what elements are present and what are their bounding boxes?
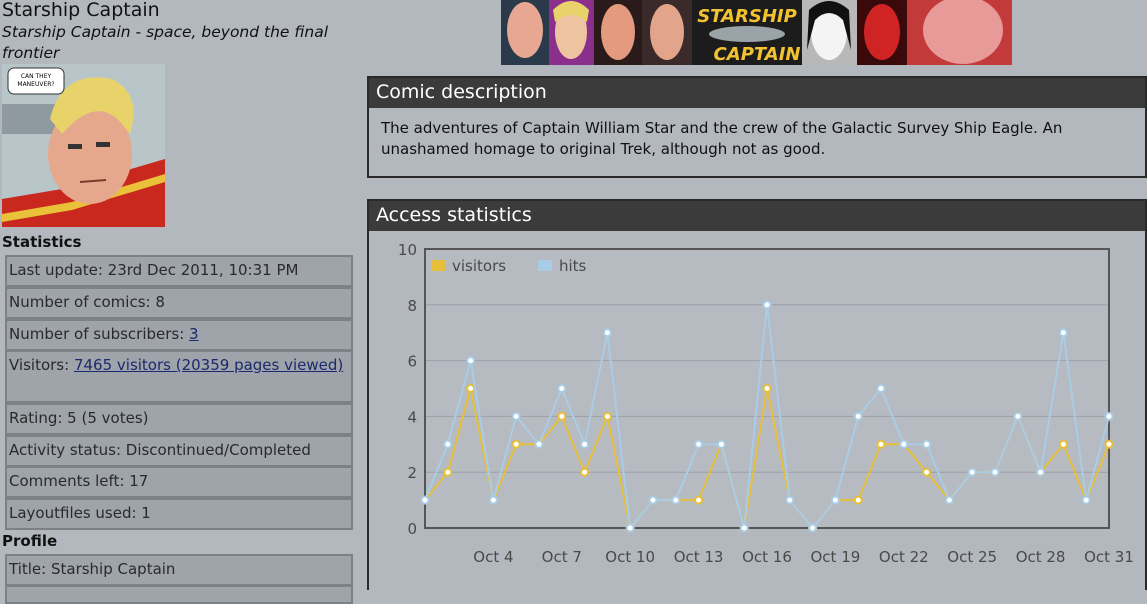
stat-comments-left: Comments left: 17 [5, 466, 353, 498]
comic-banner[interactable]: STARSHIP CAPTAIN [501, 0, 1012, 65]
stat-layoutfiles: Layoutfiles used: 1 [5, 498, 353, 530]
data-point-visitors [922, 467, 932, 477]
x-tick-label: Oct 13 [674, 548, 724, 566]
data-point-hits [671, 495, 681, 505]
data-point-visitors [1104, 439, 1114, 449]
stat-subscribers: Number of subscribers: 3 [5, 319, 353, 351]
legend-swatch-visitors [431, 260, 445, 271]
y-tick-label: 6 [407, 353, 417, 371]
data-point-visitors [1058, 439, 1068, 449]
data-point-hits [1058, 328, 1068, 338]
data-point-hits [830, 495, 840, 505]
description-text: The adventures of Captain William Star a… [381, 119, 1063, 158]
description-heading: Comic description [369, 78, 1145, 108]
stat-text: Number of comics: 8 [9, 293, 165, 311]
stat-number-of-comics: Number of comics: 8 [5, 287, 353, 319]
data-point-visitors [602, 411, 612, 421]
data-point-hits [853, 411, 863, 421]
x-tick-label: Oct 10 [605, 548, 655, 566]
data-point-hits [990, 467, 1000, 477]
x-tick-label: Oct 25 [947, 548, 997, 566]
data-point-hits [899, 439, 909, 449]
statistics-heading: Statistics [2, 233, 82, 251]
stat-text: Number of subscribers: [9, 325, 190, 343]
stat-text: Comments left: 17 [9, 472, 149, 490]
stat-activity-status: Activity status: Discontinued/Completed [5, 435, 353, 467]
data-point-hits [580, 439, 590, 449]
data-point-hits [420, 495, 430, 505]
stat-visitors: Visitors: 7465 visitors (20359 pages vie… [5, 350, 353, 403]
data-point-hits [944, 495, 954, 505]
profile-text: Title: Starship Captain [9, 560, 176, 578]
data-point-hits [739, 523, 749, 533]
visitors-link[interactable]: 7465 visitors (20359 pages viewed) [74, 356, 343, 374]
x-tick-label: Oct 22 [879, 548, 929, 566]
x-tick-label: Oct 7 [542, 548, 582, 566]
data-point-hits [1013, 411, 1023, 421]
data-point-visitors [443, 467, 453, 477]
data-point-visitors [511, 439, 521, 449]
chart-svg: 0 2 4 6 8 10 Oct 4 Oct 7 Oct 10 Oct 13 Oct 16 Oct 1… [398, 241, 1134, 566]
data-point-hits [1081, 495, 1091, 505]
data-point-hits [785, 495, 795, 505]
comic-thumbnail[interactable]: CAN THEY MANEUVER? [2, 64, 165, 227]
data-point-visitors [853, 495, 863, 505]
data-point-hits [808, 523, 818, 533]
stat-text: Last update: 23rd Dec 2011, 10:31 PM [9, 261, 299, 279]
data-point-hits [967, 467, 977, 477]
profile-title: Title: Starship Captain [5, 554, 353, 586]
data-point-hits [922, 439, 932, 449]
x-tick-label: Oct 16 [742, 548, 792, 566]
comic-title: Starship Captain [2, 0, 160, 21]
access-statistics-chart: 0 2 4 6 8 10 Oct 4 Oct 7 Oct 10 Oct 13 Oct 16 Oct 1… [368, 234, 1145, 588]
speech-bubble-text: CAN THEY MANEUVER? [17, 73, 54, 88]
x-tick-label: Oct 28 [1016, 548, 1066, 566]
data-point-hits [716, 439, 726, 449]
data-point-hits [762, 300, 772, 310]
y-tick-label: 2 [407, 464, 417, 482]
data-point-visitors [466, 384, 476, 393]
stat-text: Layoutfiles used: 1 [9, 504, 151, 522]
data-point-hits [602, 328, 612, 338]
data-point-hits [625, 523, 635, 533]
x-tick-label: Oct 19 [811, 548, 861, 566]
banner-logo-line1: STARSHIP [697, 6, 797, 27]
data-point-hits [876, 384, 886, 393]
stat-text: Activity status: Discontinued/Completed [9, 441, 311, 459]
data-point-hits [694, 439, 704, 449]
y-tick-label: 4 [407, 408, 417, 426]
data-point-hits [443, 439, 453, 449]
data-point-hits [1104, 411, 1114, 421]
access-statistics-heading: Access statistics [369, 201, 1145, 231]
stat-last-update: Last update: 23rd Dec 2011, 10:31 PM [5, 255, 353, 287]
legend-label-visitors: visitors [452, 257, 506, 275]
y-tick-label: 10 [398, 241, 417, 259]
data-point-hits [534, 439, 544, 449]
data-point-hits [557, 384, 567, 393]
banner-logo-line2: CAPTAIN [714, 44, 801, 65]
data-point-hits [488, 495, 498, 505]
stat-text: Rating: 5 (5 votes) [9, 409, 149, 427]
x-tick-label: Oct 31 [1084, 548, 1134, 566]
subscribers-link[interactable]: 3 [189, 325, 199, 343]
stat-text: Visitors: [9, 356, 74, 374]
data-point-visitors [580, 467, 590, 477]
comic-subtitle: Starship Captain - space, beyond the fin… [2, 23, 329, 62]
data-point-hits [1036, 467, 1046, 477]
legend-label-hits: hits [559, 257, 587, 275]
y-tick-label: 8 [407, 297, 417, 315]
data-point-hits [648, 495, 658, 505]
x-tick-label: Oct 4 [473, 548, 513, 566]
data-point-visitors [557, 411, 567, 421]
description-panel: Comic description The adventures of Capt… [367, 76, 1147, 178]
data-point-hits [466, 356, 476, 366]
data-point-visitors [876, 439, 886, 449]
data-point-visitors [762, 384, 772, 393]
data-point-visitors [694, 495, 704, 505]
stat-rating: Rating: 5 (5 votes) [5, 403, 353, 435]
profile-heading: Profile [2, 532, 58, 550]
y-tick-label: 0 [407, 520, 417, 538]
legend-swatch-hits [538, 260, 552, 271]
data-point-hits [511, 411, 521, 421]
